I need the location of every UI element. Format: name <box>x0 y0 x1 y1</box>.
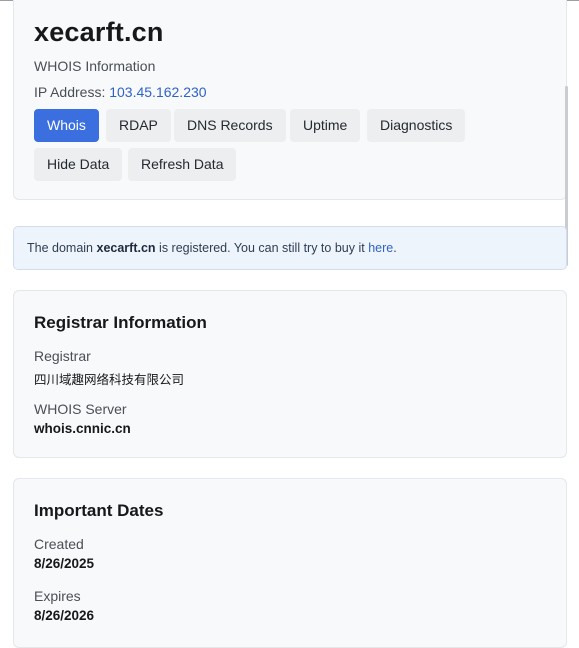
expires-value: 8/26/2026 <box>34 608 95 623</box>
created-label: Created <box>34 536 84 552</box>
registrar-value: 四川域趣网络科技有限公司 <box>34 372 185 387</box>
refresh-data-button[interactable]: Refresh Data <box>128 148 237 181</box>
registration-notice: The domain xecarft.cn is registered. You… <box>13 226 567 270</box>
notice-domain: xecarft.cn <box>96 241 156 255</box>
ip-address-link[interactable]: 103.45.162.230 <box>109 84 206 100</box>
created-value: 8/26/2025 <box>34 556 95 571</box>
whois-server-label: WHOIS Server <box>34 401 127 417</box>
whois-page: xecarft.cn WHOIS Information IP Address:… <box>0 0 579 648</box>
expires-label: Expires <box>34 588 81 604</box>
hide-data-button[interactable]: Hide Data <box>34 148 123 181</box>
notice-suffix: . <box>393 241 397 255</box>
rdap-button[interactable]: RDAP <box>106 109 171 142</box>
registrar-section-title: Registrar Information <box>34 313 207 332</box>
registrar-info-card: Registrar Information Registrar 四川域趣网络科技… <box>13 290 567 458</box>
ip-label: IP Address: <box>34 84 106 100</box>
notice-middle: is registered. You can still try to buy … <box>159 241 365 255</box>
important-dates-card: Important Dates Created 8/26/2025 Expire… <box>13 478 567 648</box>
dates-section-title: Important Dates <box>34 501 164 520</box>
registrar-label: Registrar <box>34 348 91 364</box>
diagnostics-button[interactable]: Diagnostics <box>367 109 466 142</box>
whois-server-value: whois.cnnic.cn <box>34 421 131 436</box>
whois-button[interactable]: Whois <box>34 109 99 142</box>
page-subtitle: WHOIS Information <box>34 58 156 74</box>
ip-address-row: IP Address: 103.45.162.230 <box>34 84 207 100</box>
domain-title: xecarft.cn <box>34 17 164 47</box>
buy-domain-link[interactable]: here <box>368 241 393 255</box>
dns-records-button[interactable]: DNS Records <box>174 109 286 142</box>
domain-header-card: xecarft.cn WHOIS Information IP Address:… <box>13 0 567 200</box>
notice-prefix: The domain <box>27 241 94 255</box>
uptime-button[interactable]: Uptime <box>290 109 361 142</box>
